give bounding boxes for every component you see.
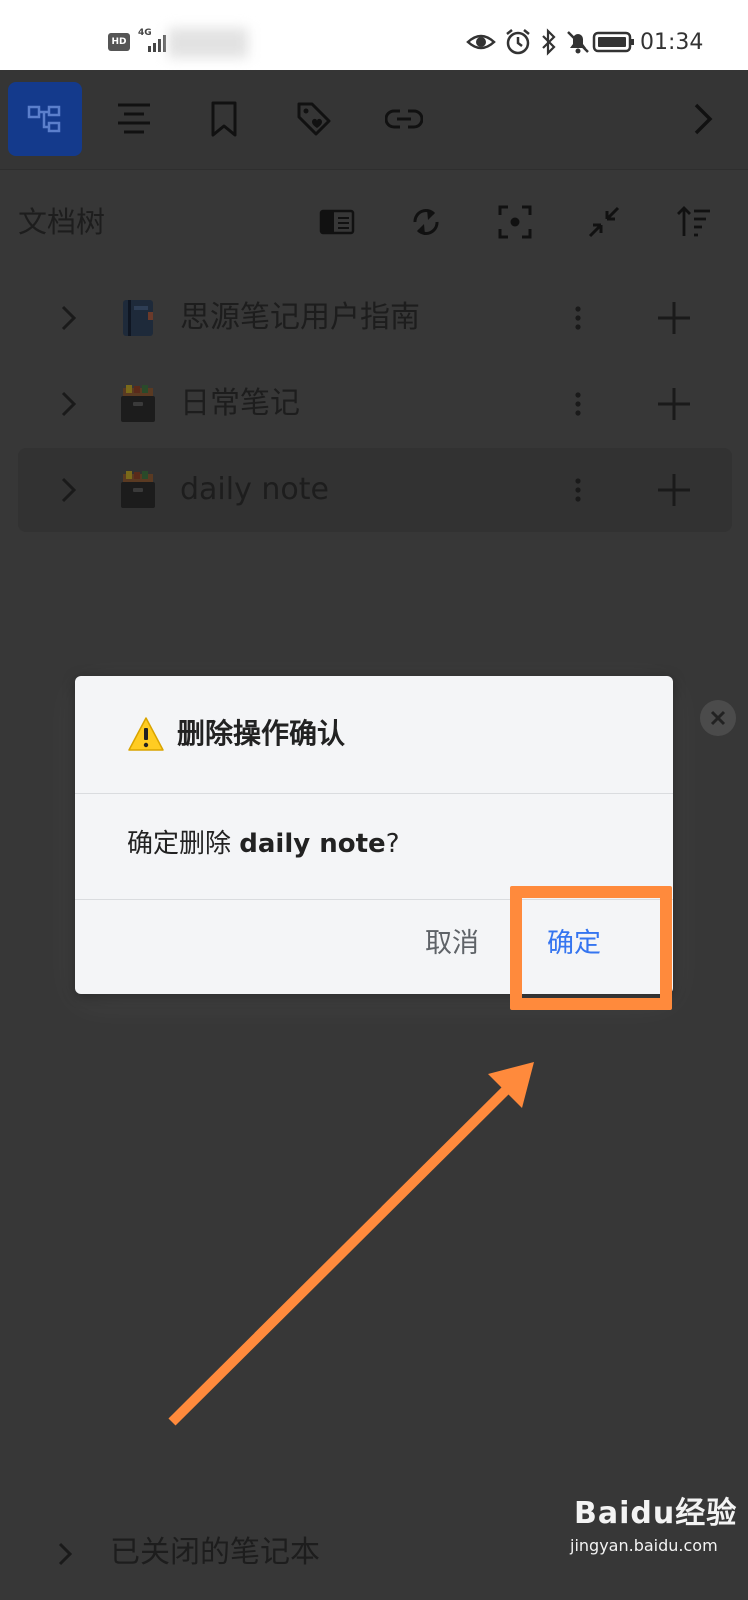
doc-tree-header: 文档树 [0, 172, 748, 272]
watermark-url: jingyan.baidu.com [570, 1536, 718, 1555]
mute-icon [567, 31, 589, 54]
more-button[interactable] [566, 384, 590, 424]
bluetooth-icon [542, 28, 556, 56]
file-tree-tab[interactable] [8, 82, 82, 156]
add-icon[interactable] [654, 470, 694, 510]
dialog-close-button[interactable] [700, 700, 736, 736]
more-vertical-icon [575, 478, 581, 502]
more-vertical-icon [575, 392, 581, 416]
book-icon [123, 300, 153, 336]
dialog-body: 确定删除 daily note? [75, 794, 673, 900]
tag-icon [297, 102, 331, 136]
status-bar: HD 4G 01:34 [0, 0, 748, 70]
outline-tab[interactable] [97, 82, 171, 156]
add-icon[interactable] [654, 298, 694, 338]
more-button[interactable] [566, 470, 590, 510]
notebook-row-selected[interactable]: daily note [18, 448, 732, 532]
file-box-icon [121, 385, 155, 422]
chevron-right-icon[interactable] [54, 388, 84, 420]
outline-icon [118, 103, 150, 134]
doc-tree-title: 文档树 [18, 205, 106, 239]
watermark-logo: Baidu经验 [574, 1496, 738, 1531]
confirm-highlight-box [510, 886, 672, 1010]
focus-icon [498, 205, 532, 239]
panel-icon [319, 209, 355, 235]
sort-button[interactable] [670, 198, 718, 246]
cancel-button[interactable]: 取消 [425, 924, 479, 964]
add-icon[interactable] [654, 384, 694, 424]
notebook-row[interactable]: 日常笔记 [18, 362, 732, 446]
more-vertical-icon [575, 306, 581, 330]
close-icon [710, 710, 726, 726]
notebook-label: 思源笔记用户指南 [180, 300, 420, 335]
link-icon [385, 109, 423, 129]
chevron-right-icon [694, 103, 713, 135]
eye-icon [466, 34, 496, 50]
hd-badge: HD [108, 33, 130, 51]
panel-toolbar [0, 70, 748, 170]
dialog-message: 确定删除 daily note? [127, 824, 400, 864]
file-tree-icon [27, 105, 61, 133]
bookmark-icon [211, 101, 237, 137]
battery-icon [592, 31, 634, 53]
notebook-label: daily note [180, 472, 329, 507]
warning-icon [128, 717, 164, 751]
carrier-name-blurred [168, 28, 248, 58]
alarm-icon [506, 29, 530, 55]
signal-icon [148, 35, 166, 52]
bookmark-tab[interactable] [187, 82, 261, 156]
notebook-row[interactable]: 思源笔记用户指南 [18, 276, 732, 360]
expand-panel-button[interactable] [666, 82, 740, 156]
status-time: 01:34 [640, 30, 704, 55]
chevron-right-icon[interactable] [54, 302, 84, 334]
message-suffix: ? [385, 829, 400, 859]
tags-tab[interactable] [277, 82, 351, 156]
chevron-right-icon[interactable] [54, 474, 84, 506]
baidu-watermark: Baidu经验 jingyan.baidu.com [570, 1488, 740, 1578]
chevron-right-icon[interactable] [52, 1538, 80, 1570]
refresh-icon [413, 209, 439, 235]
closed-notebooks-label: 已关闭的笔记本 [110, 1535, 320, 1570]
dialog-title: 删除操作确认 [177, 717, 346, 750]
collapse-icon [588, 206, 620, 238]
refresh-button[interactable] [402, 198, 450, 246]
backlinks-tab[interactable] [367, 82, 441, 156]
sort-icon [677, 206, 710, 237]
toggle-panel-button[interactable] [313, 198, 361, 246]
more-button[interactable] [566, 298, 590, 338]
collapse-all-button[interactable] [580, 198, 628, 246]
message-prefix: 确定删除 [127, 829, 240, 859]
notebook-label: 日常笔记 [180, 386, 300, 421]
file-box-icon [121, 471, 155, 508]
focus-button[interactable] [491, 198, 539, 246]
message-target: daily note [239, 829, 386, 859]
dialog-header: 删除操作确认 [75, 676, 673, 794]
